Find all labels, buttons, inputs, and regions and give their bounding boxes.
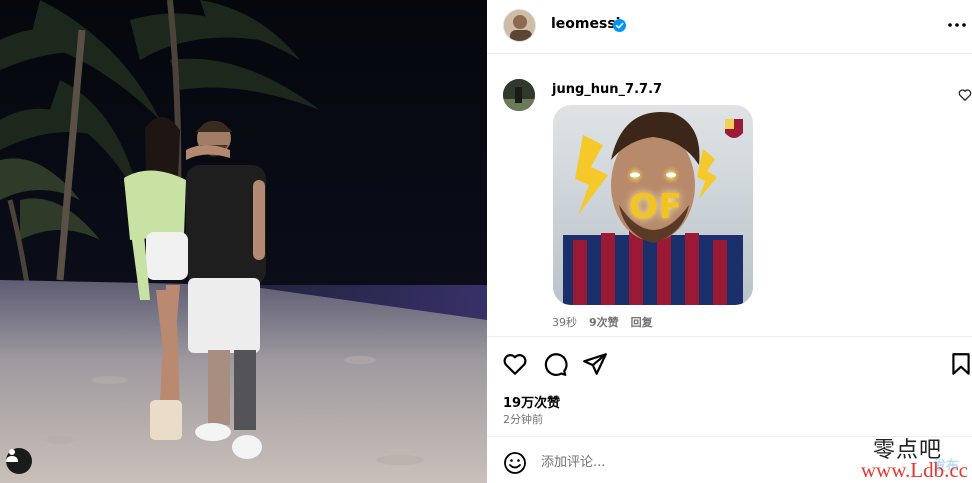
add-comment-bar: 发布 [487, 436, 972, 483]
user-tag-icon[interactable] [6, 448, 32, 474]
beach-night-photo [0, 0, 487, 483]
comment-time: 39秒 [552, 316, 577, 329]
post-photo[interactable] [0, 0, 487, 483]
verified-badge-icon [613, 17, 626, 32]
post-sidebar: leomessi jung_hun_7.7.7 OF 39秒 9次赞 回复 19… [487, 0, 972, 483]
comment-likes[interactable]: 9次赞 [589, 314, 619, 330]
post-comment-button[interactable]: 发布 [933, 455, 959, 474]
comment-input[interactable] [541, 449, 801, 475]
author-avatar[interactable] [503, 9, 536, 42]
comment-icon[interactable] [542, 351, 568, 377]
post-header: leomessi [487, 0, 972, 54]
heart-icon[interactable] [502, 351, 528, 377]
reply-button[interactable]: 回复 [631, 314, 653, 330]
emoji-icon[interactable] [503, 451, 527, 475]
post-timestamp[interactable]: 2分钟前 [503, 411, 543, 427]
sticker-text: OF [629, 187, 684, 227]
commenter-username[interactable]: jung_hun_7.7.7 [552, 82, 662, 97]
likes-count[interactable]: 19万次赞 [503, 392, 560, 411]
comment-heart-icon[interactable] [958, 87, 972, 101]
more-options-icon[interactable] [947, 16, 967, 34]
author-username[interactable]: leomessi [551, 16, 620, 32]
share-icon[interactable] [582, 351, 608, 377]
bookmark-icon[interactable] [948, 351, 972, 377]
commenter-avatar[interactable] [503, 79, 535, 111]
comments-list[interactable]: jung_hun_7.7.7 OF 39秒 9次赞 回复 [487, 55, 972, 336]
post-actions: 19万次赞 2分钟前 [487, 336, 972, 436]
comment-meta: 39秒 9次赞 回复 [552, 314, 653, 330]
comment-sticker-image[interactable]: OF [553, 105, 753, 305]
